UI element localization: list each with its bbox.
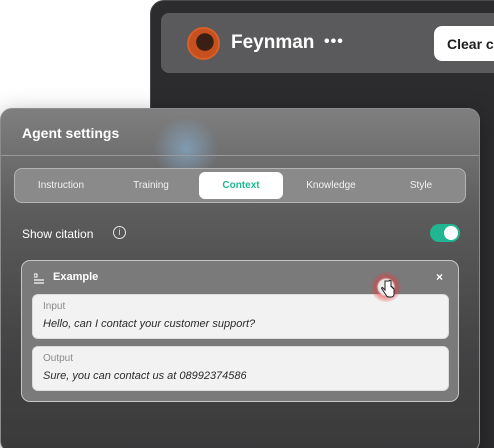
panel-title: Agent settings [22, 125, 120, 141]
example-title: Example [53, 271, 99, 283]
show-citation-toggle[interactable] [430, 224, 460, 242]
agent-avatar [187, 27, 220, 60]
tab-knowledge[interactable]: Knowledge [289, 172, 373, 199]
show-citation-label: Show citation [22, 227, 94, 241]
toggle-knob [444, 226, 458, 240]
output-value: Sure, you can contact us at 08992374586 [43, 370, 247, 382]
chat-header: Feynman ••• Clear co [161, 13, 494, 73]
example-list-icon [33, 273, 45, 287]
agent-settings-panel: Agent settings Instruction Training Cont… [0, 108, 480, 448]
tab-instruction[interactable]: Instruction [19, 172, 103, 199]
input-label: Input [43, 301, 66, 312]
info-icon[interactable]: i [113, 226, 126, 239]
settings-tabs: Instruction Training Context Knowledge S… [14, 168, 466, 203]
clear-chat-button[interactable]: Clear co [434, 26, 494, 61]
tab-style[interactable]: Style [379, 172, 463, 199]
tab-context[interactable]: Context [199, 172, 283, 199]
more-horizontal-icon[interactable]: ••• [324, 33, 344, 51]
stage: Feynman ••• Clear co gh n a (p na Agent … [0, 0, 494, 448]
hand-cursor-icon [381, 279, 395, 303]
tab-training[interactable]: Training [109, 172, 193, 199]
example-output-field[interactable]: Output Sure, you can contact us at 08992… [32, 346, 449, 391]
output-label: Output [43, 353, 74, 364]
agent-name: Feynman [231, 32, 315, 53]
panel-divider [1, 155, 479, 156]
input-value: Hello, can I contact your customer suppo… [43, 318, 256, 330]
close-icon[interactable]: × [436, 270, 443, 284]
